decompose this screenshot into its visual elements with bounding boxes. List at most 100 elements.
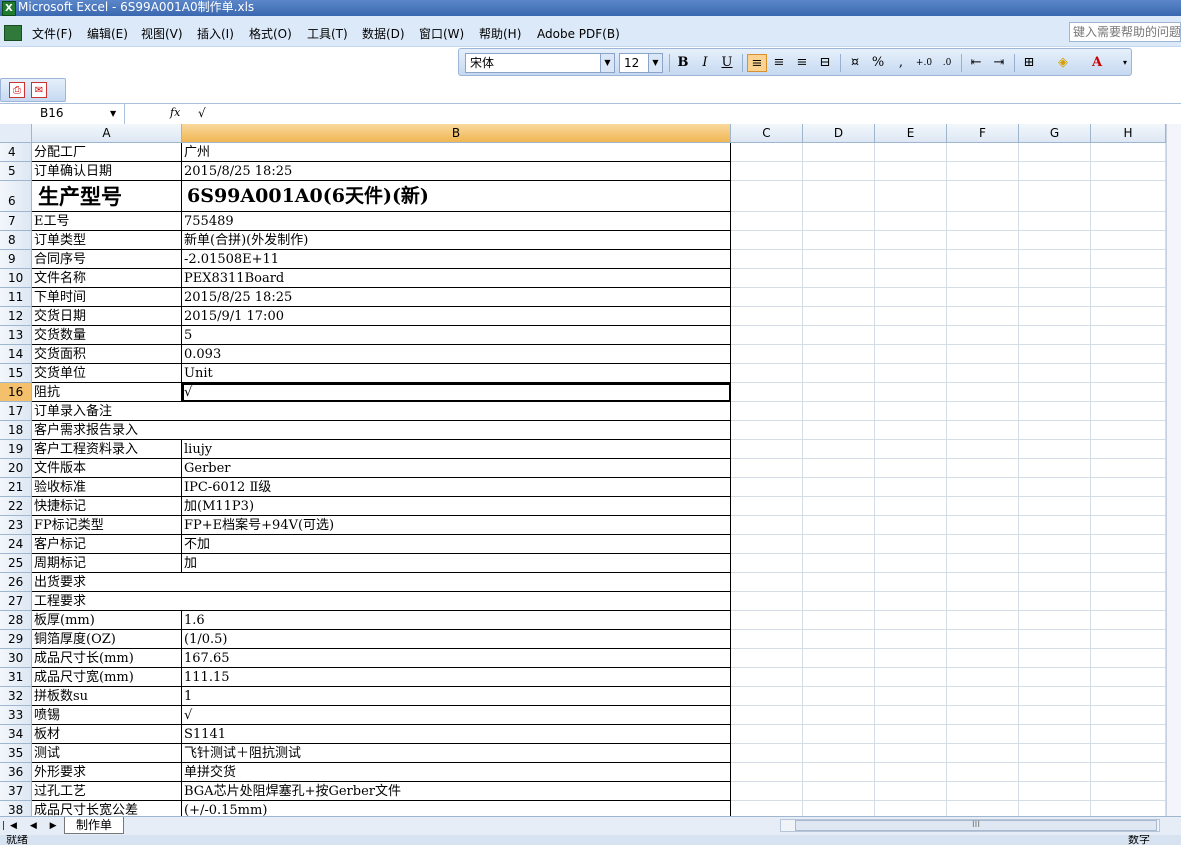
grid-cell[interactable] [1091, 668, 1166, 687]
grid-cell[interactable] [875, 288, 947, 307]
grid-cell[interactable] [947, 744, 1019, 763]
value-cell[interactable]: -2.01508E+11 [182, 250, 731, 269]
grid-cell[interactable] [875, 269, 947, 288]
grid-cell[interactable] [731, 573, 803, 592]
value-cell[interactable]: 飞针测试＋阻抗测试 [182, 744, 731, 763]
value-cell[interactable]: √ [182, 706, 731, 725]
label-cell[interactable]: 出货要求 [32, 573, 731, 592]
chevron-down-icon[interactable]: ▼ [110, 104, 116, 124]
row-header[interactable]: 32 [0, 687, 32, 706]
sheet-tab[interactable]: 制作单 [64, 817, 124, 834]
grid-cell[interactable] [731, 687, 803, 706]
column-header-d[interactable]: D [803, 124, 875, 143]
column-header-b[interactable]: B [182, 124, 731, 143]
value-cell[interactable]: 加 [182, 554, 731, 573]
grid-cell[interactable] [1019, 364, 1091, 383]
grid-cell[interactable] [947, 706, 1019, 725]
grid-cell[interactable] [1019, 706, 1091, 725]
menu-file[interactable]: 文件(F) [32, 26, 72, 42]
grid-cell[interactable] [947, 402, 1019, 421]
grid-cell[interactable] [803, 744, 875, 763]
grid-cell[interactable] [1091, 592, 1166, 611]
value-cell[interactable]: 不加 [182, 535, 731, 554]
row-header[interactable]: 24 [0, 535, 32, 554]
grid-cell[interactable] [731, 269, 803, 288]
grid-cell[interactable] [1091, 573, 1166, 592]
grid-cell[interactable] [1091, 649, 1166, 668]
grid-cell[interactable] [1019, 269, 1091, 288]
grid-cell[interactable] [947, 440, 1019, 459]
grid-cell[interactable] [731, 307, 803, 326]
grid-cell[interactable] [731, 516, 803, 535]
grid-cell[interactable] [731, 421, 803, 440]
menu-format[interactable]: 格式(O) [249, 26, 292, 42]
grid-cell[interactable] [947, 459, 1019, 478]
grid-cell[interactable] [875, 592, 947, 611]
grid-cell[interactable] [731, 231, 803, 250]
row-header[interactable]: 26 [0, 573, 32, 592]
grid-cell[interactable] [875, 725, 947, 744]
grid-cell[interactable] [875, 668, 947, 687]
column-header-h[interactable]: H [1091, 124, 1166, 143]
percent-button[interactable]: % [868, 54, 888, 72]
grid-cell[interactable] [731, 497, 803, 516]
row-header[interactable]: 18 [0, 421, 32, 440]
row-header[interactable]: 8 [0, 231, 32, 250]
grid-cell[interactable] [731, 592, 803, 611]
label-cell[interactable]: 合同序号 [32, 250, 182, 269]
value-cell[interactable]: (1/0.5) [182, 630, 731, 649]
grid-cell[interactable] [731, 649, 803, 668]
grid-cell[interactable] [875, 611, 947, 630]
label-cell[interactable]: 铜箔厚度(OZ) [32, 630, 182, 649]
grid-cell[interactable] [803, 383, 875, 402]
font-size-select[interactable]: 12 ▼ [619, 53, 663, 73]
grid-cell[interactable] [803, 554, 875, 573]
label-cell[interactable]: E工号 [32, 212, 182, 231]
align-left-icon[interactable]: ≡ [747, 54, 767, 72]
grid-cell[interactable] [731, 383, 803, 402]
grid-cell[interactable] [1019, 421, 1091, 440]
grid-cell[interactable] [731, 763, 803, 782]
grid-cell[interactable] [1019, 573, 1091, 592]
grid-cell[interactable] [1091, 250, 1166, 269]
row-header[interactable]: 23 [0, 516, 32, 535]
grid-cell[interactable] [1091, 516, 1166, 535]
row-header[interactable]: 30 [0, 649, 32, 668]
menu-view[interactable]: 视图(V) [141, 26, 183, 42]
grid-cell[interactable] [947, 307, 1019, 326]
grid-cell[interactable] [947, 345, 1019, 364]
grid-cell[interactable] [731, 288, 803, 307]
grid-cell[interactable] [947, 630, 1019, 649]
row-header[interactable]: 36 [0, 763, 32, 782]
grid-cell[interactable] [875, 326, 947, 345]
convert-to-pdf-icon[interactable]: ⎙ [9, 82, 25, 98]
horizontal-scrollbar[interactable]: III [780, 819, 1160, 832]
decrease-indent-icon[interactable]: ⇤ [966, 54, 986, 72]
grid-cell[interactable] [875, 231, 947, 250]
grid-cell[interactable] [875, 307, 947, 326]
grid-cell[interactable] [1019, 162, 1091, 181]
row-header[interactable]: 11 [0, 288, 32, 307]
chevron-down-icon[interactable]: ▼ [600, 54, 614, 72]
grid-cell[interactable] [875, 345, 947, 364]
row-header[interactable]: 6 [0, 181, 32, 212]
grid-cell[interactable] [803, 763, 875, 782]
grid-cell[interactable] [731, 535, 803, 554]
grid-cell[interactable] [947, 611, 1019, 630]
grid-cell[interactable] [1091, 478, 1166, 497]
grid-cell[interactable] [1019, 763, 1091, 782]
grid-cell[interactable] [947, 725, 1019, 744]
grid-cell[interactable] [1091, 497, 1166, 516]
grid-cell[interactable] [731, 611, 803, 630]
label-cell[interactable]: 工程要求 [32, 592, 731, 611]
grid-cell[interactable] [1091, 326, 1166, 345]
grid-cell[interactable] [1019, 535, 1091, 554]
value-cell[interactable]: √ [182, 383, 731, 402]
menu-data[interactable]: 数据(D) [362, 26, 405, 42]
grid-cell[interactable] [803, 212, 875, 231]
row-header[interactable]: 17 [0, 402, 32, 421]
value-cell[interactable]: 6S99A001A0(6天件)(新) [182, 181, 731, 212]
label-cell[interactable]: 交货日期 [32, 307, 182, 326]
grid-cell[interactable] [803, 421, 875, 440]
grid-cell[interactable] [731, 143, 803, 162]
